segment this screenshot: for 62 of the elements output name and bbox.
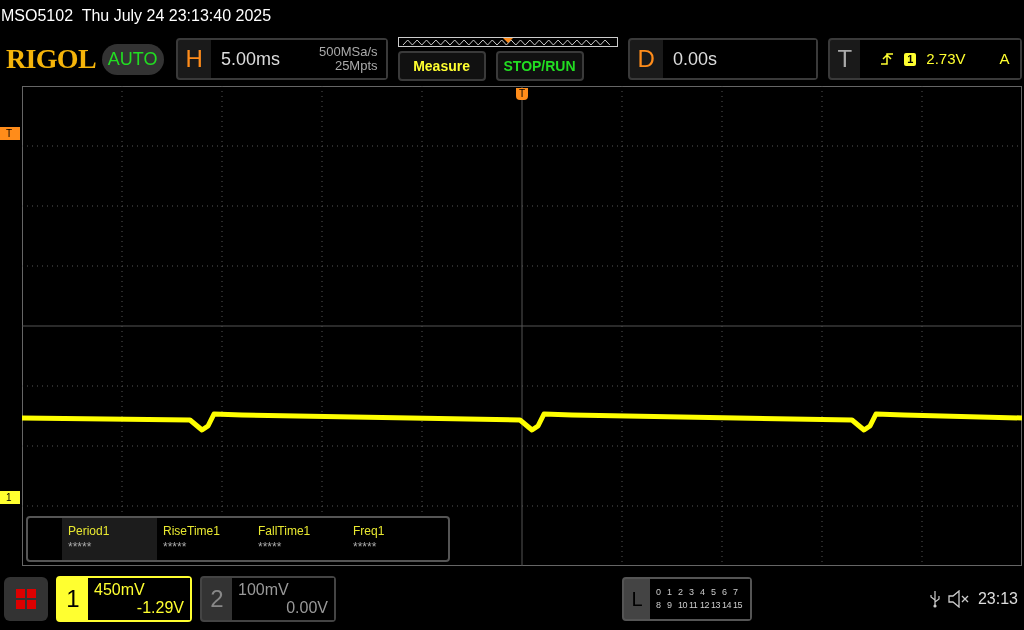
logic-bit-label: 12 [700, 600, 709, 611]
channel-number: 2 [209, 584, 225, 614]
logic-bit-label: 2 [678, 587, 683, 598]
measurement-value: ***** [258, 540, 283, 554]
logic-bit-label: 0 [656, 587, 661, 598]
logic-bit-label: 14 [722, 600, 731, 611]
channel-number: 1 [65, 584, 81, 614]
vertical-scale: 100mV [238, 581, 290, 599]
speaker-muted-icon [947, 590, 970, 608]
trigger-level-marker: T [0, 127, 20, 140]
logic-bit-label: 4 [700, 587, 705, 598]
measurement-name: RiseTime1 [163, 524, 221, 538]
rising-edge-icon [880, 53, 895, 65]
measurement-item[interactable]: Period1 ***** [62, 518, 157, 560]
logic-bit-label: 7 [733, 587, 738, 598]
measurement-name: FallTime1 [258, 524, 312, 538]
delay-value: 0.00s [672, 47, 717, 71]
brand-logo: RIGOL [6, 42, 96, 76]
measurement-value: ***** [68, 540, 93, 554]
logic-bit-label: 15 [733, 600, 742, 611]
stop-run-button[interactable]: STOP/RUN [495, 51, 584, 81]
measurement-value: ***** [163, 540, 188, 554]
measurement-name: Period1 [68, 524, 111, 538]
trigger-position-marker: T [516, 88, 529, 100]
trigger-coupling: A [999, 48, 1010, 69]
vertical-offset: 0.00V [285, 599, 328, 617]
trigger-label: T [836, 44, 854, 74]
channel-panel[interactable]: 2 100mV 0.00V [200, 576, 336, 622]
logic-bit-label: 3 [689, 587, 694, 598]
measurement-item[interactable]: RiseTime1 ***** [157, 518, 252, 560]
vertical-scale: 450mV [94, 581, 146, 599]
logic-panel[interactable]: L 0 1 2 3 4 5 6 7 8 9 10 11 12 13 14 15 [622, 577, 752, 621]
logic-bit-label: 1 [667, 587, 672, 598]
logic-bit-label: 13 [711, 600, 720, 611]
menu-button[interactable] [4, 577, 48, 621]
trigger-source: 1 [904, 52, 917, 66]
channel-offset-marker: 1 [0, 491, 20, 504]
clock-time: 23:13 [977, 589, 1018, 609]
measurement-item[interactable]: FallTime1 ***** [252, 518, 347, 560]
channel-panel[interactable]: 1 450mV -1.29V [56, 576, 192, 622]
trigger-mode-badge: AUTO [101, 43, 164, 75]
measure-button[interactable]: Measure [397, 51, 486, 81]
logic-bit-label: 5 [711, 587, 716, 598]
horizontal-label: H [184, 44, 204, 74]
measurement-name: Freq1 [353, 524, 386, 538]
delay-label: D [636, 44, 656, 74]
usb-icon [929, 590, 940, 608]
trigger-level: 2.73V [926, 48, 966, 69]
measurement-value: ***** [353, 540, 378, 554]
grid-menu-icon [15, 588, 37, 610]
logic-bit-label: 8 [656, 600, 661, 611]
window-title: MSO5102 Thu July 24 23:13:40 2025 [1, 6, 272, 26]
logic-bit-label: 9 [667, 600, 672, 611]
timebase-value: 5.00ms [220, 47, 280, 71]
sample-rate: 500MSa/s [319, 45, 378, 59]
vertical-offset: -1.29V [135, 599, 184, 617]
measurement-item[interactable]: Freq1 ***** [347, 518, 442, 560]
memory-depth: 25Mpts [334, 59, 378, 73]
logic-bit-label: 10 [678, 600, 687, 611]
logic-label: L [630, 587, 644, 612]
logic-bit-label: 11 [689, 600, 698, 611]
logic-bit-label: 6 [722, 587, 727, 598]
